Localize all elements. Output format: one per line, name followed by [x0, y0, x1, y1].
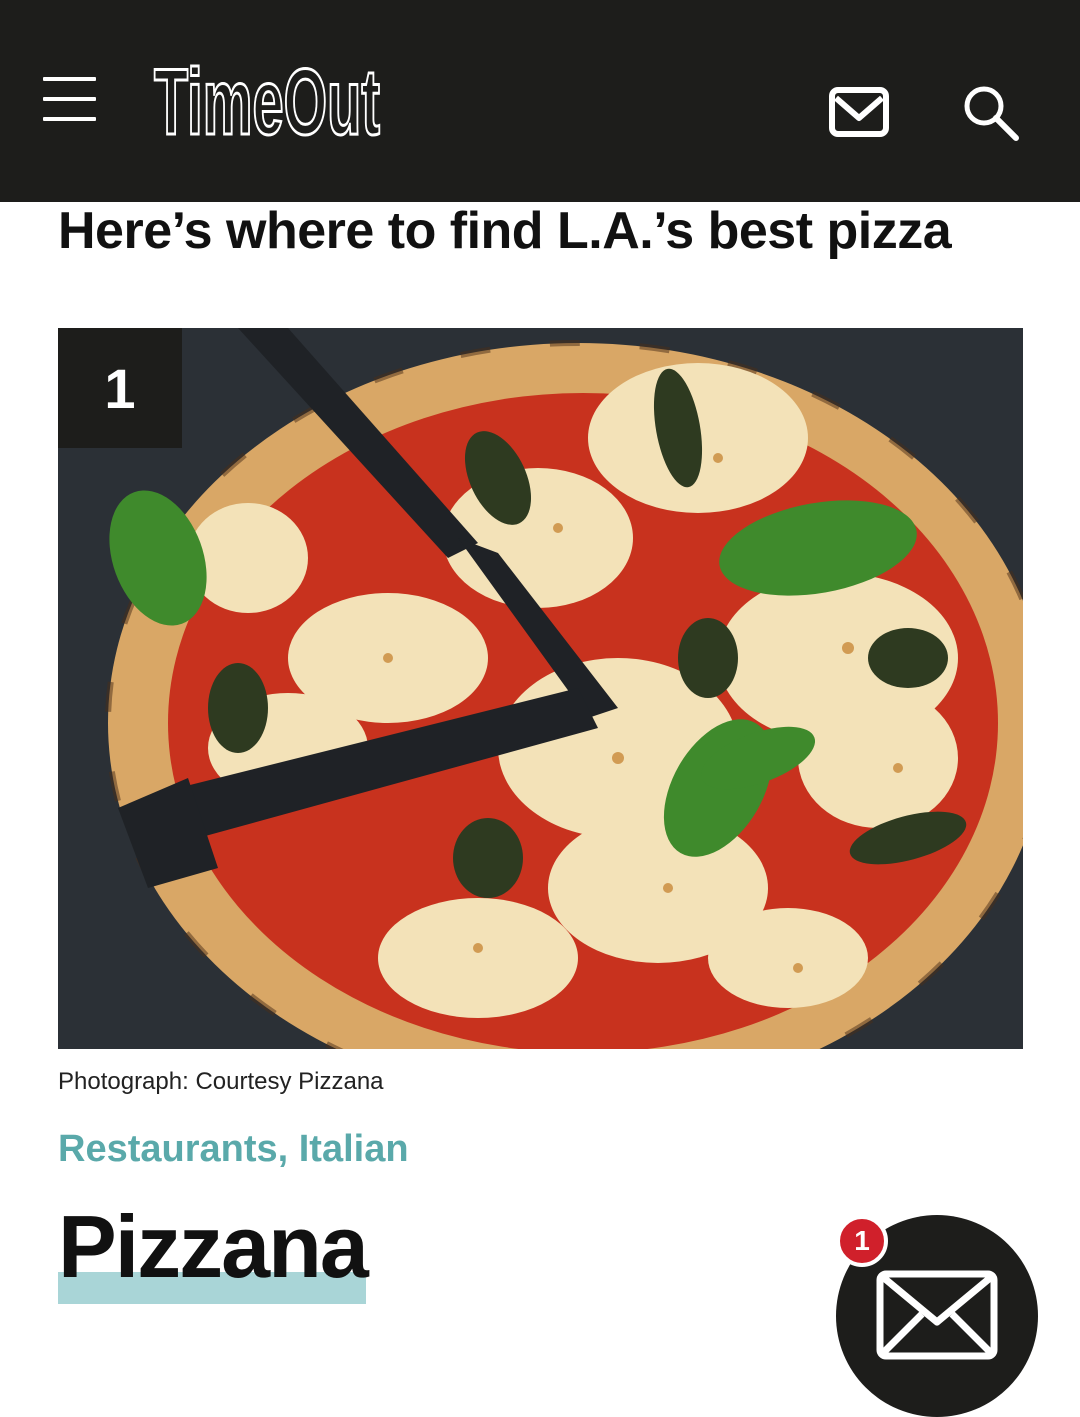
- category-link[interactable]: Restaurants, Italian: [58, 1128, 409, 1171]
- notification-count-badge: 1: [836, 1215, 888, 1267]
- rank-badge: 1: [58, 328, 182, 448]
- top-navigation-bar: TimeOut: [0, 0, 1080, 202]
- timeout-logo[interactable]: TimeOut: [150, 50, 385, 146]
- envelope-icon[interactable]: [876, 1270, 998, 1360]
- hamburger-menu-icon[interactable]: [43, 77, 96, 122]
- venue-name[interactable]: Pizzana: [58, 1192, 369, 1302]
- pizza-photo: [58, 328, 1023, 1049]
- search-icon[interactable]: [962, 84, 1020, 142]
- logo-lettering: TimeOut: [154, 50, 380, 146]
- newsletter-envelope-icon[interactable]: [828, 86, 890, 138]
- photo-credit: Photograph: Courtesy Pizzana: [58, 1068, 384, 1095]
- article-headline: Here’s where to find L.A.’s best pizza: [58, 202, 952, 260]
